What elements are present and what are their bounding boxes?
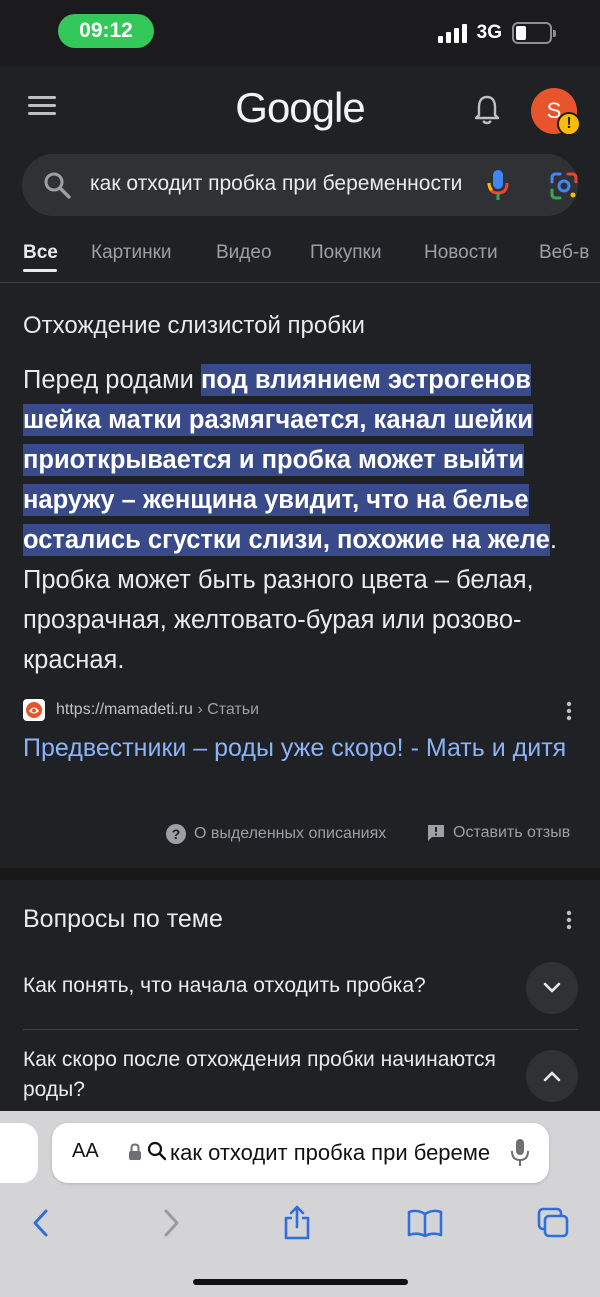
divider (0, 282, 600, 283)
tabs-icon (537, 1207, 569, 1238)
share-icon (284, 1205, 310, 1240)
more-options-icon[interactable] (563, 699, 575, 723)
tab-shopping[interactable]: Покупки (310, 242, 381, 264)
paa-question[interactable]: Как понять, что начала отходить пробка? (23, 971, 503, 1001)
more-options-icon[interactable] (563, 908, 575, 932)
feedback-icon (428, 825, 444, 841)
chevron-right-icon (164, 1209, 179, 1237)
back-button[interactable] (20, 1203, 60, 1243)
chevron-left-icon (33, 1209, 48, 1237)
google-header: Google S ! (0, 66, 600, 152)
bell-icon[interactable] (472, 94, 502, 126)
address-text[interactable]: как отходит пробка при беременности (170, 1140, 490, 1168)
search-box[interactable]: как отходит пробка при беременности (22, 154, 578, 216)
book-icon (407, 1209, 443, 1238)
home-indicator[interactable] (193, 1279, 408, 1285)
about-snippets-link[interactable]: ? О выделенных описаниях (166, 824, 386, 844)
result-link[interactable]: Предвестники – роды уже скоро! - Мать и … (23, 730, 583, 767)
tab-web[interactable]: Веб-в (539, 242, 589, 264)
paa-title: Вопросы по теме (23, 905, 223, 933)
snippet-text: Перед родами под влиянием эстрогенов шей… (23, 360, 573, 680)
site-favicon-icon (23, 699, 45, 721)
divider (23, 1029, 578, 1030)
collapse-button[interactable] (526, 1050, 578, 1102)
search-icon (147, 1141, 167, 1161)
search-icon (44, 172, 71, 199)
search-input[interactable]: как отходит пробка при беременности (90, 172, 465, 200)
help-icon: ? (166, 824, 186, 844)
address-bar[interactable]: AA как отходит пробка при беременности (52, 1123, 549, 1183)
status-time: 09:12 (58, 14, 154, 48)
section-separator (0, 868, 600, 880)
tab-news[interactable]: Новости (424, 242, 498, 264)
feedback-label: Оставить отзыв (453, 824, 571, 841)
tab-video[interactable]: Видео (216, 242, 272, 264)
snippet-heading: Отхождение слизистой пробки (23, 312, 365, 339)
search-tabs: Все Картинки Видео Покупки Новости Веб-в (0, 240, 600, 280)
active-tab-indicator (23, 269, 57, 272)
mic-icon[interactable] (510, 1138, 530, 1168)
tab-images[interactable]: Картинки (91, 242, 172, 264)
google-lens-icon[interactable] (548, 170, 580, 202)
paa-question[interactable]: Как скоро после отхождения пробки начина… (23, 1045, 503, 1105)
tab-all[interactable]: Все (23, 242, 58, 264)
network-type: 3G (476, 22, 502, 43)
status-indicators: 3G (437, 22, 556, 44)
battery-icon (512, 22, 556, 44)
reader-aa-button[interactable]: AA (72, 1140, 99, 1163)
warning-badge-icon: ! (557, 112, 581, 136)
source-row[interactable]: https://mamadeti.ru › Статьи (23, 699, 578, 725)
chevron-down-icon (543, 982, 561, 993)
mic-icon[interactable] (484, 168, 512, 202)
chevron-up-icon (543, 1071, 561, 1082)
expand-button[interactable] (526, 962, 578, 1014)
about-snippets-label: О выделенных описаниях (194, 825, 387, 842)
feedback-link[interactable]: Оставить отзыв (427, 824, 570, 842)
signal-icon (437, 23, 467, 43)
snippet-intro: Перед родами (23, 366, 202, 394)
source-url: https://mamadeti.ru › Статьи (56, 701, 260, 718)
snippet-feedback-row: ? О выделенных описаниях Оставить отзыв (0, 824, 600, 848)
share-button[interactable] (277, 1203, 317, 1243)
forward-button[interactable] (152, 1203, 192, 1243)
google-logo[interactable]: Google (0, 84, 600, 132)
tabs-button[interactable] (533, 1203, 573, 1243)
previous-tab-preview[interactable] (0, 1123, 38, 1183)
lock-icon (129, 1143, 141, 1160)
bookmarks-button[interactable] (405, 1203, 445, 1243)
status-bar: 09:12 3G (0, 0, 600, 66)
safari-toolbar: AA как отходит пробка при беременности (0, 1111, 600, 1297)
